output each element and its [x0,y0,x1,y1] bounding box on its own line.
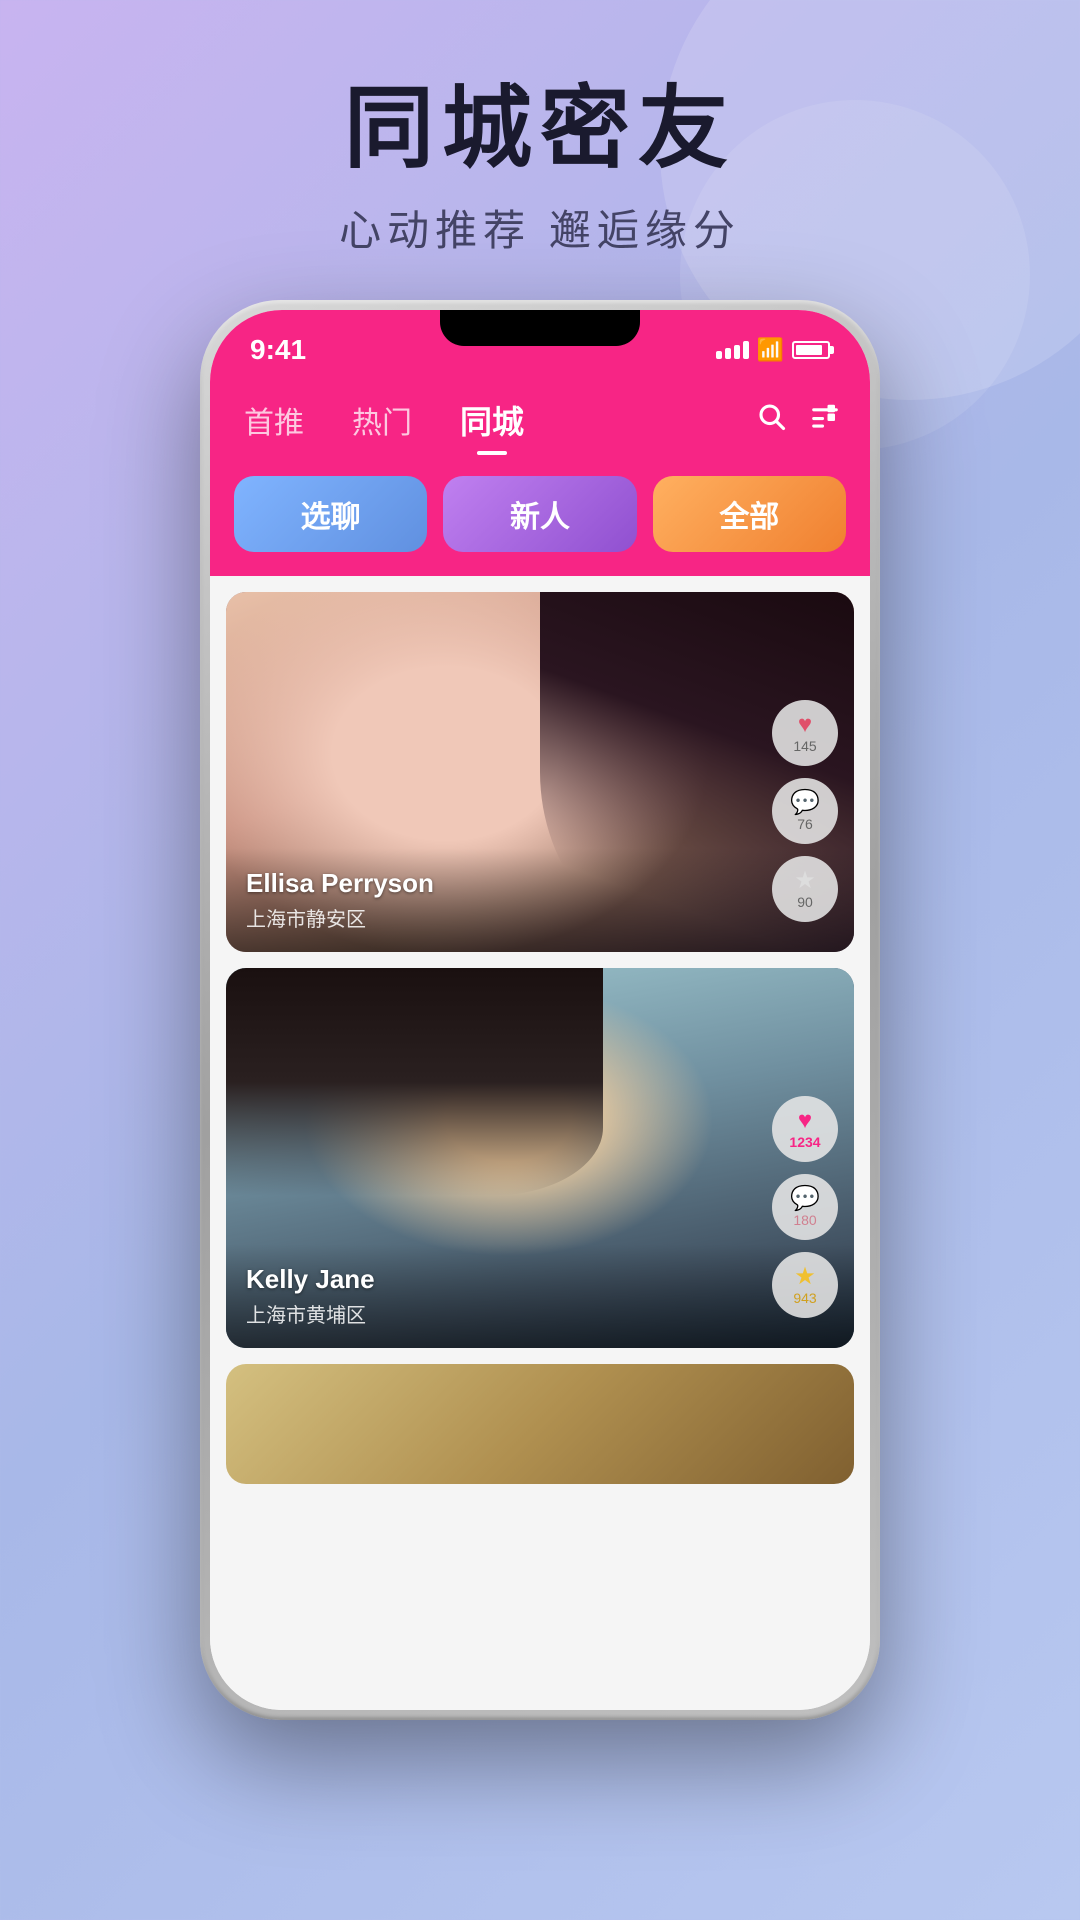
card-2-like-count: 1234 [789,1134,820,1150]
title-area: 同城密友 心动推荐 邂逅缘分 [0,80,1080,258]
main-title: 同城密友 [0,80,1080,179]
profile-card-3[interactable] [226,1364,854,1484]
status-icons: 📶 [716,337,830,363]
comment-icon-2: 💬 [790,1187,820,1211]
battery-icon [792,341,830,359]
card-1-name: Ellisa Perryson [246,868,834,899]
nav-tabs: 首推 热门 同城 [210,380,870,460]
card-2-info: Kelly Jane 上海市黄埔区 [226,1244,854,1348]
card-1-like-count: 145 [793,738,816,754]
card-2-location: 上海市黄埔区 [246,1299,834,1328]
portrait-3 [226,1364,854,1484]
tab-tongcheng[interactable]: 同城 [456,389,528,451]
category-select-btn[interactable]: 选聊 [234,476,427,552]
phone-screen: 9:41 📶 首推 热 [210,310,870,1710]
category-bar: 选聊 新人 全部 [210,460,870,576]
phone-mockup: 9:41 📶 首推 热 [200,300,880,1780]
card-2-comment-btn[interactable]: 💬 180 [772,1174,838,1240]
tab-hotmen[interactable]: 热门 [348,390,416,450]
wifi-icon: 📶 [757,337,784,363]
grid-menu-icon[interactable] [810,401,840,439]
card-2-star-count: 943 [793,1290,816,1306]
heart-icon: ♥ [798,713,812,737]
nav-right [756,401,840,439]
signal-icon [716,341,749,359]
card-2-star-btn[interactable]: ★ 943 [772,1252,838,1318]
comment-icon: 💬 [790,791,820,815]
card-1-star-count: 90 [797,894,813,910]
card-1-info: Ellisa Perryson 上海市静安区 [226,848,854,952]
card-1-comment-btn[interactable]: 💬 76 [772,778,838,844]
profile-card-1[interactable]: Ellisa Perryson 上海市静安区 ♥ 145 💬 76 [226,592,854,952]
heart-icon-2: ♥ [798,1109,812,1133]
card-1-location: 上海市静安区 [246,903,834,932]
card-2-like-btn[interactable]: ♥ 1234 [772,1096,838,1162]
sub-title: 心动推荐 邂逅缘分 [0,197,1080,258]
tab-showtui[interactable]: 首推 [240,390,308,450]
card-1-actions: ♥ 145 💬 76 ★ 90 [772,700,838,922]
phone-notch [440,310,640,346]
card-2-name: Kelly Jane [246,1264,834,1295]
category-all-btn[interactable]: 全部 [653,476,846,552]
status-time: 9:41 [250,334,306,366]
star-icon: ★ [794,869,816,893]
nav-left: 首推 热门 同城 [240,389,528,451]
category-new-btn[interactable]: 新人 [443,476,636,552]
content-area: Ellisa Perryson 上海市静安区 ♥ 145 💬 76 [210,576,870,1710]
card-1-star-btn[interactable]: ★ 90 [772,856,838,922]
hair-2 [226,968,603,1196]
phone-outer-shell: 9:41 📶 首推 热 [200,300,880,1720]
search-icon[interactable] [756,401,786,439]
card-1-like-btn[interactable]: ♥ 145 [772,700,838,766]
profile-card-2[interactable]: Kelly Jane 上海市黄埔区 ♥ 1234 💬 180 [226,968,854,1348]
card-2-comment-count: 180 [793,1212,816,1228]
card-1-comment-count: 76 [797,816,813,832]
star-icon-2: ★ [794,1265,816,1289]
card-2-actions: ♥ 1234 💬 180 ★ 943 [772,1096,838,1318]
